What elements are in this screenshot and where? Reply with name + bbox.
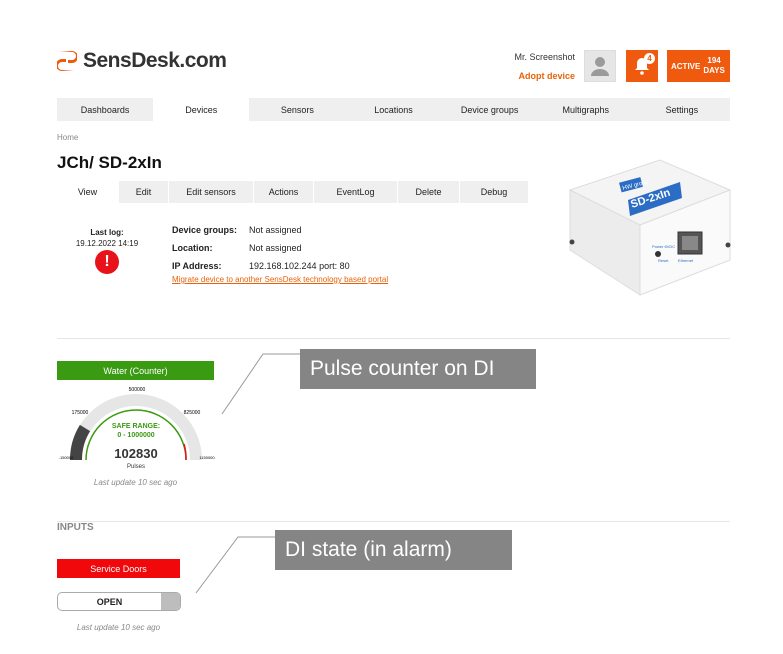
inputs-header: INPUTS xyxy=(57,522,94,533)
input-name-button[interactable]: Service Doors xyxy=(57,559,180,578)
input-last-update: Last update 10 sec ago xyxy=(76,623,161,632)
toggle-knob xyxy=(161,593,180,610)
input-state-label: OPEN xyxy=(96,596,123,607)
inputs-divider xyxy=(57,521,730,522)
input-state-toggle[interactable]: OPEN xyxy=(57,592,181,611)
callout-pulse-counter: Pulse counter on DI xyxy=(300,349,536,389)
callout-di-state: DI state (in alarm) xyxy=(275,530,512,570)
